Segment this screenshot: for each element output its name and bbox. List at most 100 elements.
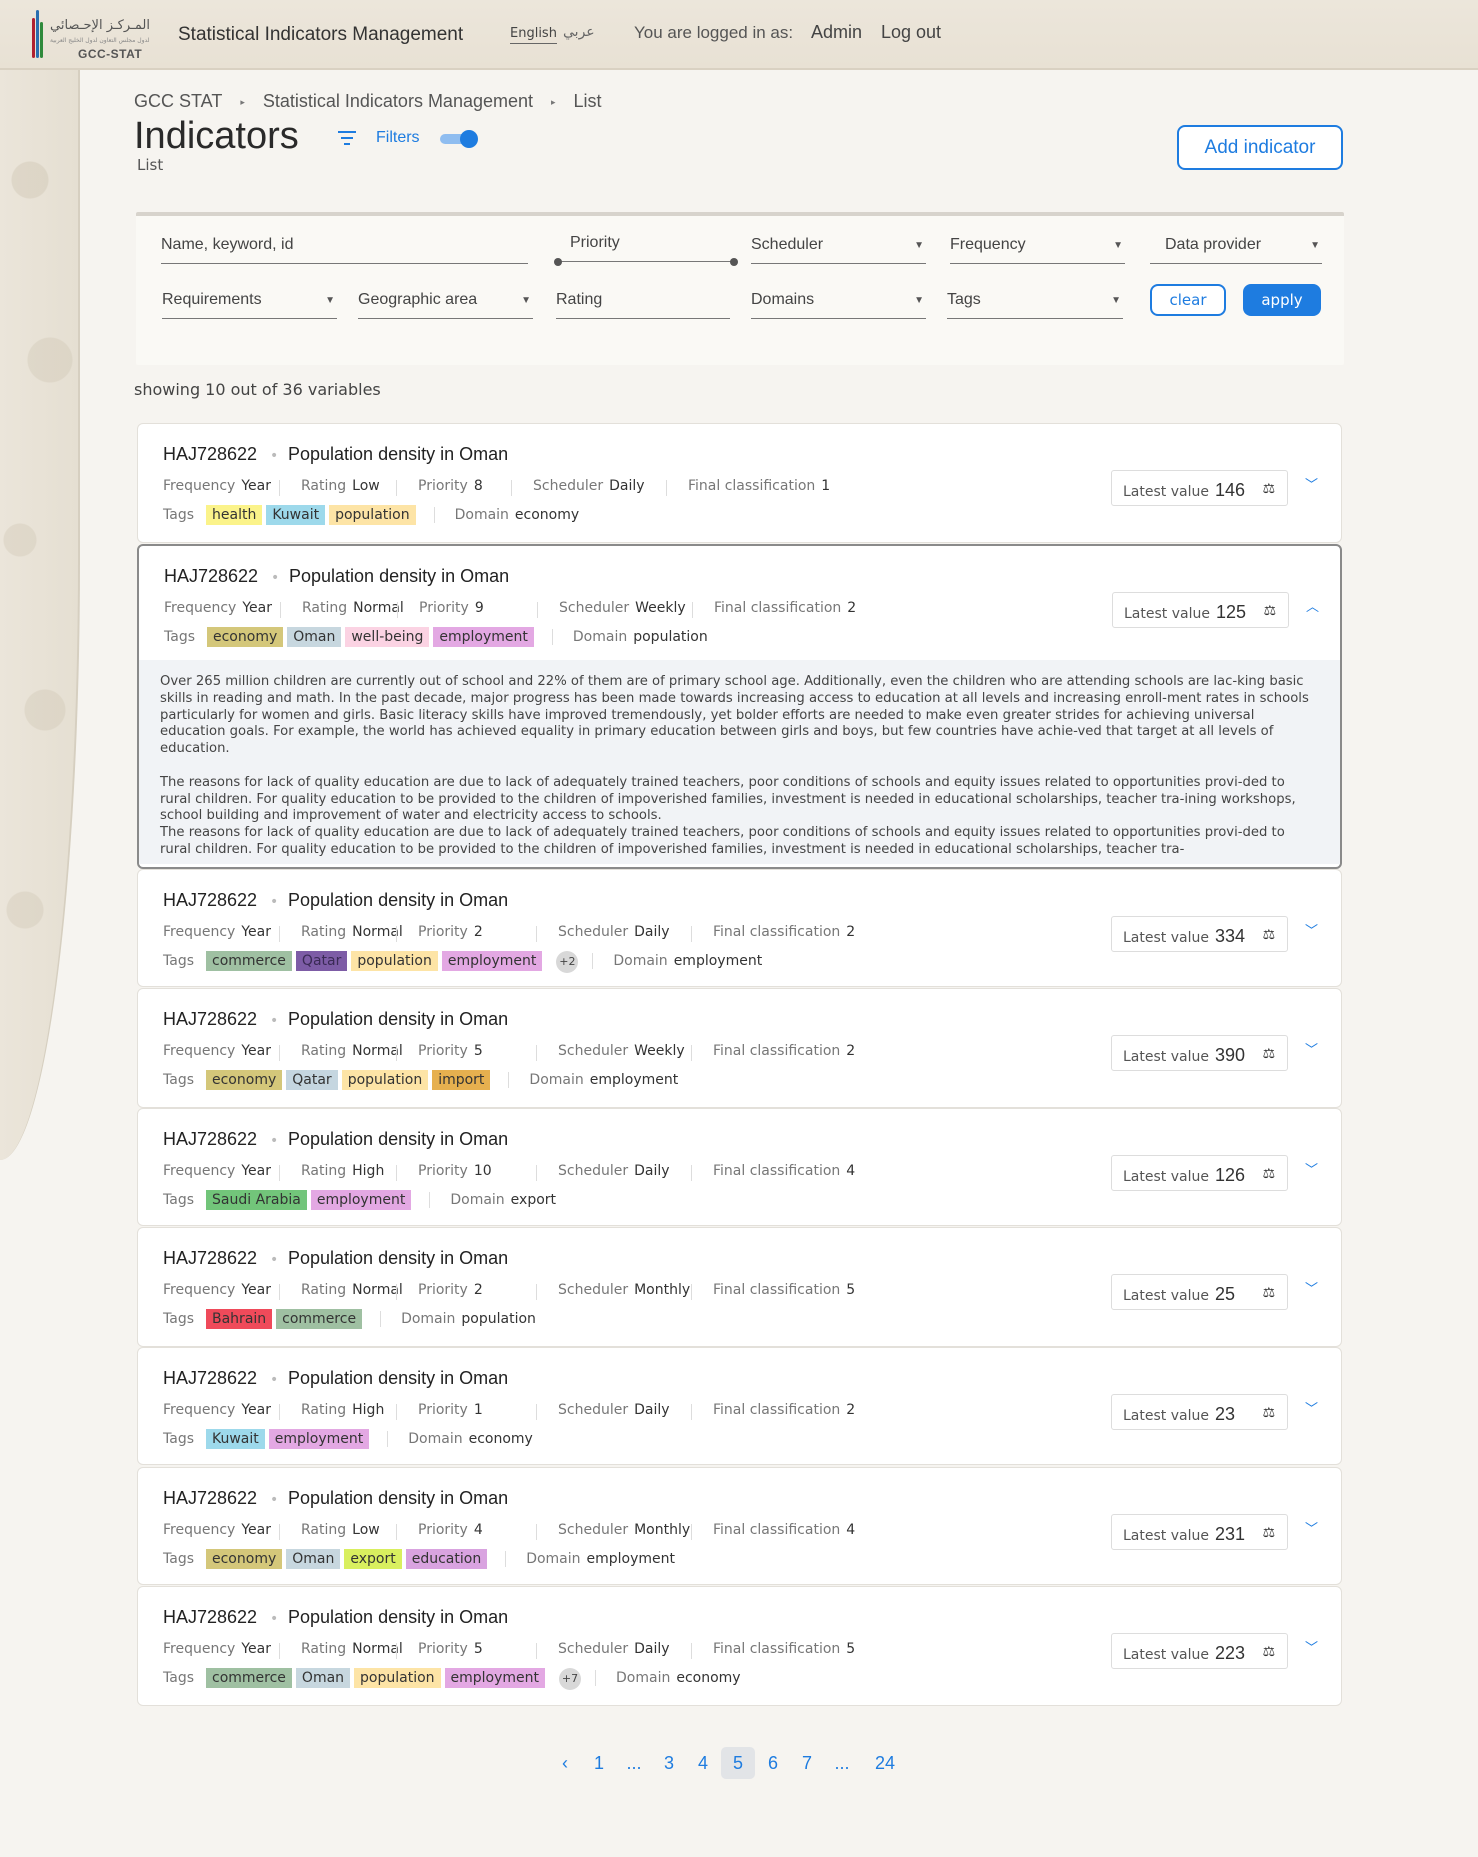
indicator-name[interactable]: Population density in Oman	[289, 566, 509, 587]
page-number[interactable]: 6	[756, 1747, 790, 1779]
tag-chip[interactable]: employment	[433, 627, 534, 647]
trend-chart-icon[interactable]: ⚖	[1262, 1166, 1275, 1182]
indicator-card[interactable]: HAJ728622 • Population density in Oman Freq…	[137, 1108, 1342, 1226]
tag-chip[interactable]: Qatar	[295, 951, 348, 971]
requirements-select[interactable]: Requirements ▼	[162, 289, 337, 319]
tag-chip[interactable]: economy	[207, 627, 284, 647]
geographic-area-select[interactable]: Geographic area ▼	[358, 289, 533, 319]
trend-chart-icon[interactable]: ⚖	[1262, 481, 1275, 497]
latest-value-box[interactable]: Latest value 334 ⚖	[1111, 916, 1288, 952]
indicator-card[interactable]: HAJ728622 • Population density in Oman Freq…	[137, 988, 1342, 1108]
latest-value-box[interactable]: Latest value 223 ⚖	[1111, 1633, 1288, 1669]
page-number[interactable]: 1	[582, 1747, 616, 1779]
tag-chip[interactable]: employment	[310, 1190, 412, 1210]
indicator-card[interactable]: HAJ728622 • Population density in Oman Freq…	[137, 423, 1342, 543]
tag-chip[interactable]: import	[432, 1070, 491, 1090]
frequency-select[interactable]: Frequency ▼	[950, 234, 1125, 264]
indicator-card[interactable]: HAJ728622 • Population density in Oman Freq…	[137, 1586, 1342, 1706]
apply-button[interactable]: apply	[1243, 284, 1321, 316]
slider-handle-max[interactable]	[730, 258, 738, 266]
breadcrumb-item[interactable]: GCC STAT	[134, 91, 222, 111]
rating-input[interactable]: Rating	[556, 289, 730, 319]
tag-chip[interactable]: Oman	[287, 627, 342, 647]
trend-chart-icon[interactable]: ⚖	[1262, 927, 1275, 943]
search-input[interactable]: Name, keyword, id	[161, 234, 528, 264]
language-arabic-link[interactable]: عربي	[563, 24, 595, 40]
gcc-stat-logo[interactable]: المـركـز الإحـصائي لدول مجلس التعاون لدو…	[30, 6, 150, 62]
chevron-down-icon[interactable]: ﹀	[1305, 1278, 1318, 1297]
more-tags-badge[interactable]: +2	[556, 951, 579, 973]
chevron-down-icon[interactable]: ﹀	[1305, 1637, 1318, 1656]
prev-page-icon[interactable]: ‹	[548, 1747, 582, 1779]
indicator-name[interactable]: Population density in Oman	[288, 444, 508, 465]
tag-chip[interactable]: economy	[206, 1070, 283, 1090]
indicator-name[interactable]: Population density in Oman	[288, 1607, 508, 1628]
tag-chip[interactable]: Qatar	[286, 1070, 338, 1090]
add-indicator-button[interactable]: Add indicator	[1177, 125, 1343, 170]
chevron-down-icon[interactable]: ﹀	[1305, 1039, 1318, 1058]
indicator-name[interactable]: Population density in Oman	[288, 890, 508, 911]
tag-chip[interactable]: export	[344, 1549, 402, 1569]
trend-chart-icon[interactable]: ⚖	[1262, 1285, 1275, 1301]
tag-chip[interactable]: Saudi Arabia	[206, 1190, 307, 1210]
tag-chip[interactable]: Oman	[295, 1668, 351, 1688]
tag-chip[interactable]: Kuwait	[206, 1429, 265, 1449]
trend-chart-icon[interactable]: ⚖	[1262, 1644, 1275, 1660]
tag-chip[interactable]: health	[206, 505, 263, 525]
tag-chip[interactable]: commerce	[276, 1309, 363, 1329]
logged-in-user[interactable]: Admin	[811, 22, 862, 43]
indicator-card[interactable]: HAJ728622 • Population density in Oman Freq…	[137, 869, 1342, 987]
tag-chip[interactable]: population	[354, 1668, 441, 1688]
page-number[interactable]: 7	[790, 1747, 824, 1779]
latest-value-box[interactable]: Latest value 390 ⚖	[1111, 1035, 1288, 1071]
more-tags-badge[interactable]: +7	[559, 1668, 582, 1690]
tag-chip[interactable]: well-being	[345, 627, 430, 647]
latest-value-box[interactable]: Latest value 23 ⚖	[1111, 1394, 1288, 1430]
tag-chip[interactable]: population	[329, 505, 416, 525]
latest-value-box[interactable]: Latest value 146 ⚖	[1111, 470, 1288, 506]
indicator-name[interactable]: Population density in Oman	[288, 1488, 508, 1509]
tag-chip[interactable]: economy	[206, 1549, 283, 1569]
chevron-up-icon[interactable]: ︿	[1306, 596, 1319, 615]
indicator-name[interactable]: Population density in Oman	[288, 1009, 508, 1030]
language-english-link[interactable]: English	[510, 26, 557, 44]
chevron-down-icon[interactable]: ﹀	[1305, 920, 1318, 939]
breadcrumb-item[interactable]: Statistical Indicators Management	[263, 91, 533, 111]
tag-chip[interactable]: commerce	[206, 1668, 292, 1688]
indicator-name[interactable]: Population density in Oman	[288, 1368, 508, 1389]
tag-chip[interactable]: employment	[441, 951, 543, 971]
trend-chart-icon[interactable]: ⚖	[1263, 603, 1276, 619]
tag-chip[interactable]: education	[405, 1549, 488, 1569]
latest-value-box[interactable]: Latest value 231 ⚖	[1111, 1514, 1288, 1550]
trend-chart-icon[interactable]: ⚖	[1262, 1405, 1275, 1421]
page-number[interactable]: 3	[652, 1747, 686, 1779]
tag-chip[interactable]: population	[351, 951, 438, 971]
filters-label[interactable]: Filters	[376, 129, 420, 147]
filter-icon[interactable]	[337, 130, 357, 146]
slider-handle-min[interactable]	[554, 258, 562, 266]
priority-range-slider[interactable]: Priority	[554, 232, 738, 266]
page-number[interactable]: 24	[868, 1747, 902, 1779]
tag-chip[interactable]: Kuwait	[266, 505, 326, 525]
indicator-name[interactable]: Population density in Oman	[288, 1248, 508, 1269]
clear-button[interactable]: clear	[1150, 284, 1226, 316]
tag-chip[interactable]: population	[341, 1070, 429, 1090]
chevron-down-icon[interactable]: ﹀	[1305, 474, 1318, 493]
tag-chip[interactable]: Bahrain	[206, 1309, 273, 1329]
filters-toggle[interactable]	[440, 130, 478, 148]
indicator-card[interactable]: HAJ728622 • Population density in Oman Freq…	[137, 1347, 1342, 1465]
chevron-down-icon[interactable]: ﹀	[1305, 1159, 1318, 1178]
page-number[interactable]: 5	[721, 1747, 755, 1779]
tag-chip[interactable]: employment	[444, 1668, 546, 1688]
latest-value-box[interactable]: Latest value 25 ⚖	[1111, 1274, 1288, 1310]
trend-chart-icon[interactable]: ⚖	[1262, 1525, 1275, 1541]
chevron-down-icon[interactable]: ﹀	[1305, 1398, 1318, 1417]
trend-chart-icon[interactable]: ⚖	[1262, 1046, 1275, 1062]
logout-link[interactable]: Log out	[881, 22, 941, 43]
data-provider-select[interactable]: Data provider ▼	[1150, 234, 1322, 264]
page-number[interactable]: 4	[686, 1747, 720, 1779]
indicator-card[interactable]: HAJ728622 • Population density in Oman Freq…	[137, 1467, 1342, 1585]
latest-value-box[interactable]: Latest value 126 ⚖	[1111, 1155, 1288, 1191]
latest-value-box[interactable]: Latest value 125 ⚖	[1112, 592, 1289, 628]
indicator-card[interactable]: HAJ728622 • Population density in Oman Freq…	[137, 544, 1342, 869]
